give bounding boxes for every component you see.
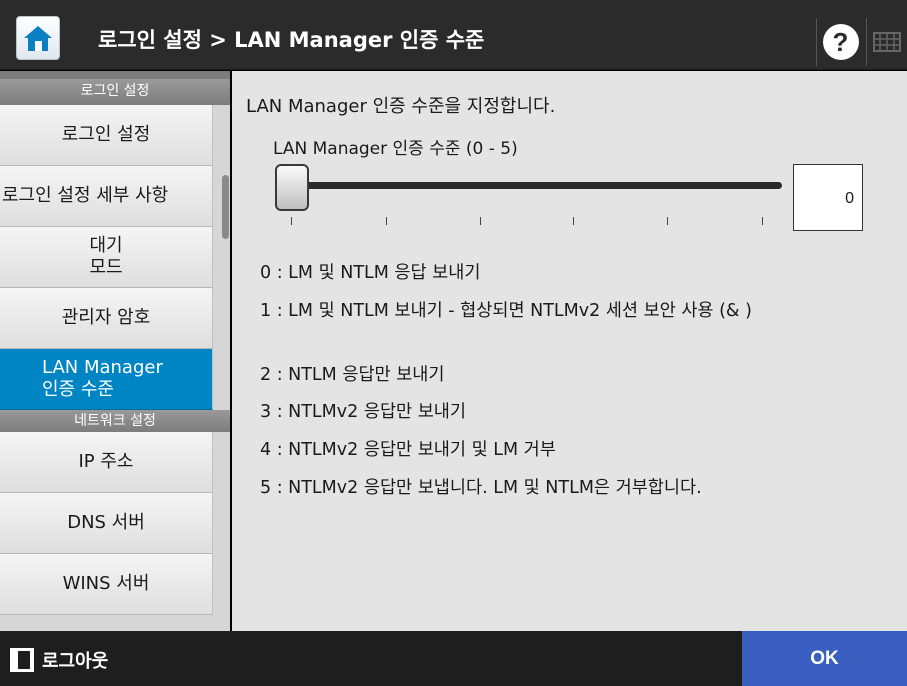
title-bar: 로그인 설정 > LAN Manager 인증 수준 ? (0, 0, 907, 70)
option-text: 0 : LM 및 NTLM 응답 보내기 (260, 263, 481, 283)
sidebar-item-label: DNS 서버 (67, 512, 145, 533)
option-text: 2 : NTLM 응답만 보내기 (260, 365, 445, 385)
sidebar-item-label: 대기 모드 (89, 235, 123, 278)
help-button[interactable]: ? (816, 18, 864, 66)
logout-button[interactable]: 로그아웃 (10, 647, 108, 673)
option-text: 3 : NTLMv2 응답만 보내기 (260, 402, 467, 422)
option-text: 5 : NTLMv2 응답만 보냅니다. LM 및 NTLM은 거부합니다. (260, 478, 702, 498)
sidebar-group-network: 네트워크 설정 (0, 410, 230, 432)
sidebar-item-login-details[interactable]: 로그인 설정 세부 사항 (0, 166, 213, 227)
sidebar-item-label: 관리자 암호 (61, 307, 151, 328)
slider-tick (480, 217, 481, 225)
sidebar-item-label: IP 주소 (78, 451, 134, 472)
slider-handle[interactable] (275, 164, 309, 211)
sidebar-item-label: LAN Manager 인증 수준 (42, 357, 163, 400)
slider-tick (386, 217, 387, 225)
home-icon (24, 26, 52, 51)
sidebar-item-lan-manager[interactable]: LAN Manager 인증 수준 (0, 349, 213, 410)
logout-icon (10, 648, 34, 672)
slider-tick (573, 217, 574, 225)
slider-tick (667, 217, 668, 225)
help-icon: ? (822, 24, 859, 60)
sidebar-item-label: 로그인 설정 세부 사항 (2, 185, 169, 206)
keyboard-button[interactable] (866, 18, 907, 66)
sidebar-scrollbar[interactable] (222, 175, 229, 239)
slider-tick (291, 217, 292, 225)
option-text: 1 : LM 및 NTLM 보내기 - 협상되면 NTLMv2 세션 보안 사용… (260, 301, 752, 321)
slider-value-field[interactable]: 0 (793, 164, 863, 231)
slider-label: LAN Manager 인증 수준 (0 - 5) (273, 139, 518, 159)
sidebar-item-label: WINS 서버 (62, 573, 150, 594)
main-panel: LAN Manager 인증 수준을 지정합니다. LAN Manager 인증… (232, 71, 907, 631)
keyboard-icon (873, 32, 901, 52)
sidebar-item-label: 로그인 설정 (61, 124, 151, 145)
sidebar-item-admin-password[interactable]: 관리자 암호 (0, 288, 213, 349)
footer-bar: 로그아웃 OK (0, 631, 907, 686)
slider-track[interactable] (282, 182, 782, 189)
description-text: LAN Manager 인증 수준을 지정합니다. (246, 96, 556, 117)
page-title: 로그인 설정 > LAN Manager 인증 수준 (98, 28, 485, 52)
home-button[interactable] (16, 16, 60, 60)
sidebar-item-standby-mode[interactable]: 대기 모드 (0, 227, 213, 288)
slider-tick (762, 217, 763, 225)
logout-label: 로그아웃 (42, 651, 109, 672)
sidebar-group-login: 로그인 설정 (0, 71, 230, 105)
ok-button[interactable]: OK (742, 631, 907, 686)
sidebar-item-dns-server[interactable]: DNS 서버 (0, 493, 213, 554)
sidebar-item-wins-server[interactable]: WINS 서버 (0, 554, 213, 615)
sidebar-item-ip-address[interactable]: IP 주소 (0, 432, 213, 493)
option-text: 4 : NTLMv2 응답만 보내기 및 LM 거부 (260, 440, 556, 460)
sidebar-item-login-settings[interactable]: 로그인 설정 (0, 105, 213, 166)
sidebar: 로그인 설정 로그인 설정 로그인 설정 세부 사항 대기 모드 관리자 암호 … (0, 71, 230, 631)
